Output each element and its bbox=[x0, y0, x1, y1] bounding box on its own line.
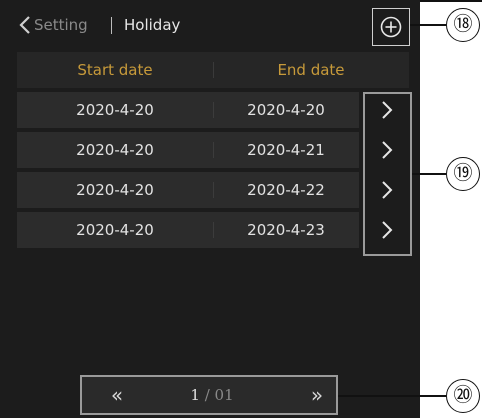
page-indicator: 1 / 01 bbox=[172, 377, 252, 413]
table-row[interactable]: 2020-4-20 2020-4-23 bbox=[17, 212, 359, 248]
end-date-cell: 2020-4-20 bbox=[247, 101, 325, 119]
current-page: 1 bbox=[190, 386, 200, 404]
table-header: Start date End date bbox=[17, 52, 409, 88]
header-bar: Setting Holiday bbox=[0, 2, 420, 48]
page-separator: / bbox=[204, 386, 210, 404]
callout-18: ⑱ bbox=[446, 8, 480, 42]
end-date-cell: 2020-4-23 bbox=[247, 221, 325, 239]
start-date-cell: 2020-4-20 bbox=[76, 101, 154, 119]
row-detail-button[interactable] bbox=[365, 92, 410, 128]
chevron-right-icon bbox=[382, 141, 393, 159]
callout-leader bbox=[410, 24, 446, 26]
table-row[interactable]: 2020-4-20 2020-4-20 bbox=[17, 92, 359, 128]
chevron-right-icon bbox=[382, 181, 393, 199]
column-header-start-date: Start date bbox=[77, 61, 153, 79]
table-row[interactable]: 2020-4-20 2020-4-21 bbox=[17, 132, 359, 168]
chevron-left-icon[interactable] bbox=[17, 15, 35, 35]
total-pages: 01 bbox=[214, 386, 234, 404]
callout-leader bbox=[338, 395, 446, 397]
breadcrumb-setting[interactable]: Setting bbox=[34, 15, 88, 35]
start-date-cell: 2020-4-20 bbox=[76, 181, 154, 199]
callout-19: ⑲ bbox=[446, 157, 480, 191]
double-chevron-right-icon[interactable]: » bbox=[302, 377, 332, 413]
callout-20: ⑳ bbox=[446, 379, 480, 413]
page-title: Holiday bbox=[124, 16, 181, 34]
chevron-right-icon bbox=[382, 221, 393, 239]
row-detail-button[interactable] bbox=[365, 172, 410, 208]
start-date-cell: 2020-4-20 bbox=[76, 221, 154, 239]
breadcrumb-divider bbox=[111, 17, 112, 34]
holiday-screen: Setting Holiday Start date End date 2020… bbox=[0, 0, 420, 418]
circle-plus-icon bbox=[380, 16, 402, 38]
callout-leader bbox=[412, 173, 446, 175]
end-date-cell: 2020-4-21 bbox=[247, 141, 325, 159]
pagination: « 1 / 01 » bbox=[80, 375, 338, 415]
chevron-right-icon bbox=[382, 101, 393, 119]
add-holiday-button[interactable] bbox=[372, 8, 410, 46]
double-chevron-left-icon[interactable]: « bbox=[102, 377, 132, 413]
row-detail-button[interactable] bbox=[365, 212, 410, 248]
column-header-end-date: End date bbox=[277, 61, 345, 79]
table-row[interactable]: 2020-4-20 2020-4-22 bbox=[17, 172, 359, 208]
row-detail-button[interactable] bbox=[365, 132, 410, 168]
start-date-cell: 2020-4-20 bbox=[76, 141, 154, 159]
end-date-cell: 2020-4-22 bbox=[247, 181, 325, 199]
